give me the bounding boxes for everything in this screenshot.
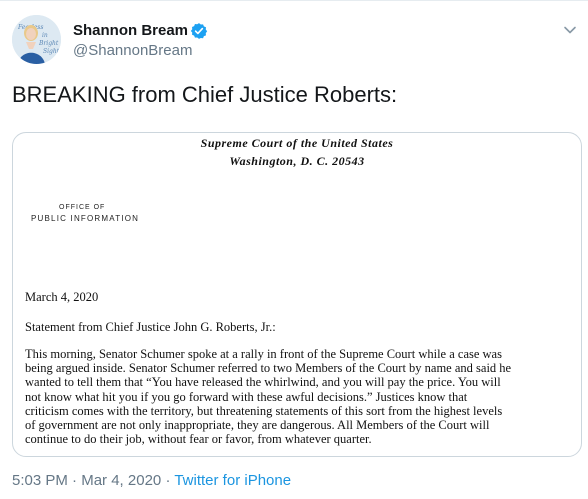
statement-line: being argued inside. Senator Schumer ref… [25,361,512,376]
chevron-down-icon[interactable] [562,22,578,38]
svg-text:Sight: Sight [43,48,60,55]
statement-body: This morning, Senator Schumer spoke at a… [25,347,555,446]
tweet-text: BREAKING from Chief Justice Roberts: [12,82,398,107]
avatar[interactable]: Fearless in Bright Sight [12,15,61,64]
statement-line: continue to do their job, without fear o… [25,432,372,447]
statement-line: wanted to tell them that “You have relea… [25,375,501,390]
office-label-line1: OFFICE OF [59,204,106,211]
verified-badge-icon [190,23,208,39]
statement-line: This morning, Senator Schumer spoke at a… [25,347,502,361]
court-name-heading: Supreme Court of the United States [200,136,394,150]
tweet-card: Fearless in Bright Sight Shannon Bream @… [0,0,588,499]
tweet-source-link[interactable]: Twitter for iPhone [174,472,291,489]
avatar-image: Fearless in Bright Sight [12,15,61,64]
document-date: March 4, 2020 [25,290,99,304]
office-label-line2: PUBLIC INFORMATION [31,214,140,223]
tweet-media-image[interactable]: Supreme Court of the United States Washi… [12,132,582,457]
press-release-document: Supreme Court of the United States Washi… [13,133,581,456]
meta-separator: · [72,472,78,489]
tweet-metadata: 5:03 PM · Mar 4, 2020 · Twitter for iPho… [12,472,291,489]
statement-line: not know what hit you if you go forward … [25,389,468,404]
author-handle[interactable]: @ShannonBream [73,42,192,59]
meta-separator: · [165,472,171,489]
tweet-time[interactable]: 5:03 PM [12,472,68,489]
tweet-date[interactable]: Mar 4, 2020 [81,472,161,489]
author-display-name[interactable]: Shannon Bream [73,22,188,39]
court-city-heading: Washington, D. C. 20543 [229,154,365,168]
statement-heading: Statement from Chief Justice John G. Rob… [25,320,276,334]
top-divider [0,0,588,1]
svg-text:Bright: Bright [38,40,59,47]
statement-line: of government are not only inappropriate… [25,418,490,433]
statement-line: criticism comes with the territory, but … [25,403,503,418]
svg-text:in: in [42,32,48,39]
